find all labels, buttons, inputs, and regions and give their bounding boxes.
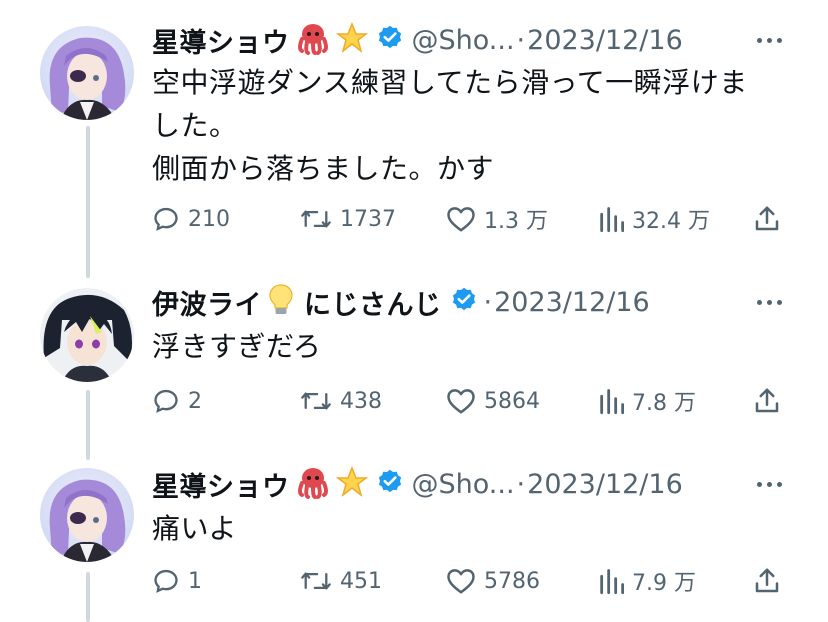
retweet-button[interactable]: 1737 [300,199,396,239]
tweet-header: 伊波ライ にじさんじ · 2023/12/16 [152,282,788,322]
share-button[interactable] [752,199,782,239]
views-button[interactable]: 7.8 万 [598,381,696,421]
tweet-text-line: した。 [152,109,238,142]
views-count: 32.4 万 [632,209,710,234]
retweet-icon [301,210,331,228]
tweet[interactable]: 星導ショウ @Sho... · 2023/12/16 空中浮遊ダンス練習してたら… [0,0,828,270]
share-icon [755,388,779,413]
like-button[interactable]: 1.3 万 [446,199,548,239]
like-button[interactable]: 5786 [446,561,540,601]
tweet-text-line: 痛いよ [152,512,237,545]
octopus-icon [296,465,330,503]
tweet-date[interactable]: 2023/12/16 [527,469,683,500]
reply-count: 1 [188,568,202,594]
views-button[interactable]: 7.9 万 [598,561,696,601]
like-count: 5864 [484,388,540,414]
more-options-icon[interactable] [757,282,782,322]
action-bar: 2 438 5864 7.8 万 [152,381,788,421]
tweet[interactable]: 星導ショウ @Sho... · 2023/12/16 痛いよ 1 451 578… [0,460,828,622]
avatar[interactable] [40,26,134,120]
octopus-icon [296,21,330,59]
tweet-text: 浮きすぎだろ [152,325,792,368]
share-icon [755,568,779,593]
tweet-text-line: 浮きすぎだろ [152,330,322,363]
heart-icon [447,569,475,594]
action-bar: 210 1737 1.3 万 32.4 万 [152,199,788,239]
avatar[interactable] [40,468,134,562]
reply-count: 210 [188,206,230,232]
verified-badge-icon [450,286,478,318]
retweet-count: 451 [340,568,382,594]
tweet-text: 空中浮遊ダンス練習してたら滑って一瞬浮けま した。 側面から落ちました。かす [152,61,792,190]
author-name[interactable]: 伊波ライ [152,283,262,322]
reply-button[interactable]: 210 [152,199,230,239]
tweet-text: 痛いよ [152,507,792,550]
reply-count: 2 [188,388,202,414]
separator-dot: · [516,24,526,56]
tweet-date[interactable]: 2023/12/16 [527,25,683,56]
tweet[interactable]: 伊波ライ にじさんじ · 2023/12/16 浮きすぎだろ 2 438 586… [0,270,828,460]
separator-dot: · [516,468,526,500]
tweet-text-line: 側面から落ちました。かす [152,152,495,185]
reply-button[interactable]: 2 [152,381,202,421]
author-affiliation[interactable]: にじさんじ [304,283,442,322]
more-options-icon[interactable] [757,464,782,504]
reply-icon [154,207,178,231]
verified-badge-icon [376,468,404,500]
retweet-icon [301,392,331,410]
heart-icon [447,389,475,414]
analytics-icon [600,569,624,595]
avatar[interactable] [40,288,134,382]
verified-badge-icon [376,24,404,56]
tweet-date[interactable]: 2023/12/16 [494,287,650,318]
author-handle[interactable]: @Sho... [412,25,515,56]
share-button[interactable] [752,381,782,421]
share-icon [755,206,779,231]
retweet-icon [301,572,331,590]
views-button[interactable]: 32.4 万 [598,199,710,239]
retweet-count: 438 [340,388,382,414]
analytics-icon [600,207,624,233]
retweet-count: 1737 [340,206,396,232]
star-icon [335,465,368,502]
action-bar: 1 451 5786 7.9 万 [152,561,788,601]
like-button[interactable]: 5864 [446,381,540,421]
author-name[interactable]: 星導ショウ [152,465,290,504]
views-count: 7.9 万 [632,571,696,596]
author-handle[interactable]: @Sho... [412,469,515,500]
star-icon [335,21,368,58]
separator-dot: · [483,286,493,318]
like-count: 1.3 万 [484,209,548,234]
more-options-icon[interactable] [757,20,782,60]
heart-icon [447,207,475,232]
author-name[interactable]: 星導ショウ [152,21,290,60]
retweet-button[interactable]: 451 [300,561,382,601]
views-count: 7.8 万 [632,391,696,416]
reply-icon [154,389,178,413]
like-count: 5786 [484,568,540,594]
tweet-text-line: 空中浮遊ダンス練習してたら滑って一瞬浮けま [152,66,748,99]
analytics-icon [600,389,624,415]
tweet-header: 星導ショウ @Sho... · 2023/12/16 [152,464,788,504]
reply-button[interactable]: 1 [152,561,202,601]
tweet-header: 星導ショウ @Sho... · 2023/12/16 [152,20,788,60]
lightbulb-icon [268,283,294,321]
retweet-button[interactable]: 438 [300,381,382,421]
reply-icon [154,569,178,593]
share-button[interactable] [752,561,782,601]
